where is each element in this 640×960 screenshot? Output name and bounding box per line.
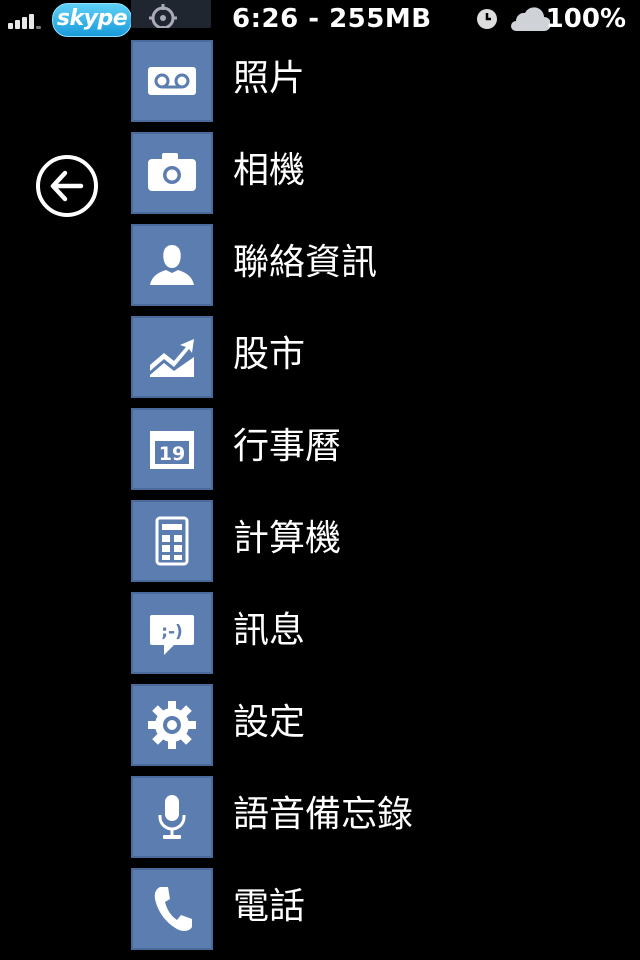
stocks-icon xyxy=(150,339,194,377)
app-tile[interactable] xyxy=(131,316,213,398)
app-tile[interactable]: ;-) xyxy=(131,592,213,674)
app-tile[interactable] xyxy=(131,776,213,858)
calculator-icon xyxy=(155,516,189,566)
app-label: 行事曆 xyxy=(233,426,342,467)
app-label: 訊息 xyxy=(233,610,306,651)
app-label: 股市 xyxy=(233,334,306,375)
app-item-phone[interactable]: 電話 xyxy=(131,868,611,950)
app-item-calculator[interactable]: 計算機 xyxy=(131,500,611,582)
app-tile[interactable] xyxy=(131,868,213,950)
app-label: 相機 xyxy=(233,150,306,191)
app-item-voice-memos[interactable]: 語音備忘錄 xyxy=(131,776,611,858)
carrier-logo: skype xyxy=(52,3,132,37)
signal-strength-icon xyxy=(8,11,48,29)
phone-icon xyxy=(154,887,192,931)
target-icon xyxy=(149,4,177,28)
gear-icon xyxy=(148,701,196,749)
clock-icon xyxy=(477,9,497,29)
app-item-contacts[interactable]: 聯絡資訊 xyxy=(131,224,611,306)
message-icon: ;-) xyxy=(150,615,194,655)
status-time: 6:26 - 255MB xyxy=(232,4,432,34)
app-tile[interactable]: 19 xyxy=(131,408,213,490)
app-tile[interactable] xyxy=(131,40,213,122)
app-item-messages[interactable]: ;-) 訊息 xyxy=(131,592,611,674)
app-item-settings[interactable]: 設定 xyxy=(131,684,611,766)
app-item-calendar[interactable]: 19 行事曆 xyxy=(131,408,611,490)
app-label: 語音備忘錄 xyxy=(233,794,414,835)
app-tile[interactable] xyxy=(131,500,213,582)
app-label: 聯絡資訊 xyxy=(233,242,378,283)
back-button[interactable] xyxy=(36,155,98,217)
app-tile[interactable] xyxy=(131,132,213,214)
message-emoticon: ;-) xyxy=(161,622,183,642)
microphone-icon xyxy=(158,795,186,839)
calendar-icon: 19 xyxy=(150,431,194,469)
app-label: 設定 xyxy=(233,702,306,743)
back-arrow-icon xyxy=(50,170,84,202)
app-label: 計算機 xyxy=(233,518,342,559)
battery-level: 100% xyxy=(545,4,626,34)
voicemail-icon xyxy=(148,67,196,95)
app-item-camera[interactable]: 相機 xyxy=(131,132,611,214)
calendar-date: 19 xyxy=(159,443,185,465)
camera-icon xyxy=(148,153,196,191)
app-tile[interactable] xyxy=(131,224,213,306)
app-label: 照片 xyxy=(233,58,306,99)
status-bar: skype 6:26 - 255MB 100% xyxy=(0,0,640,40)
app-label: 電話 xyxy=(233,886,306,927)
cloud-icon xyxy=(511,7,550,31)
contact-icon xyxy=(150,245,194,285)
app-tile[interactable] xyxy=(131,684,213,766)
app-item-photos[interactable]: 照片 xyxy=(131,40,611,122)
app-item-stocks[interactable]: 股市 xyxy=(131,316,611,398)
partial-app-tile[interactable] xyxy=(131,0,211,28)
